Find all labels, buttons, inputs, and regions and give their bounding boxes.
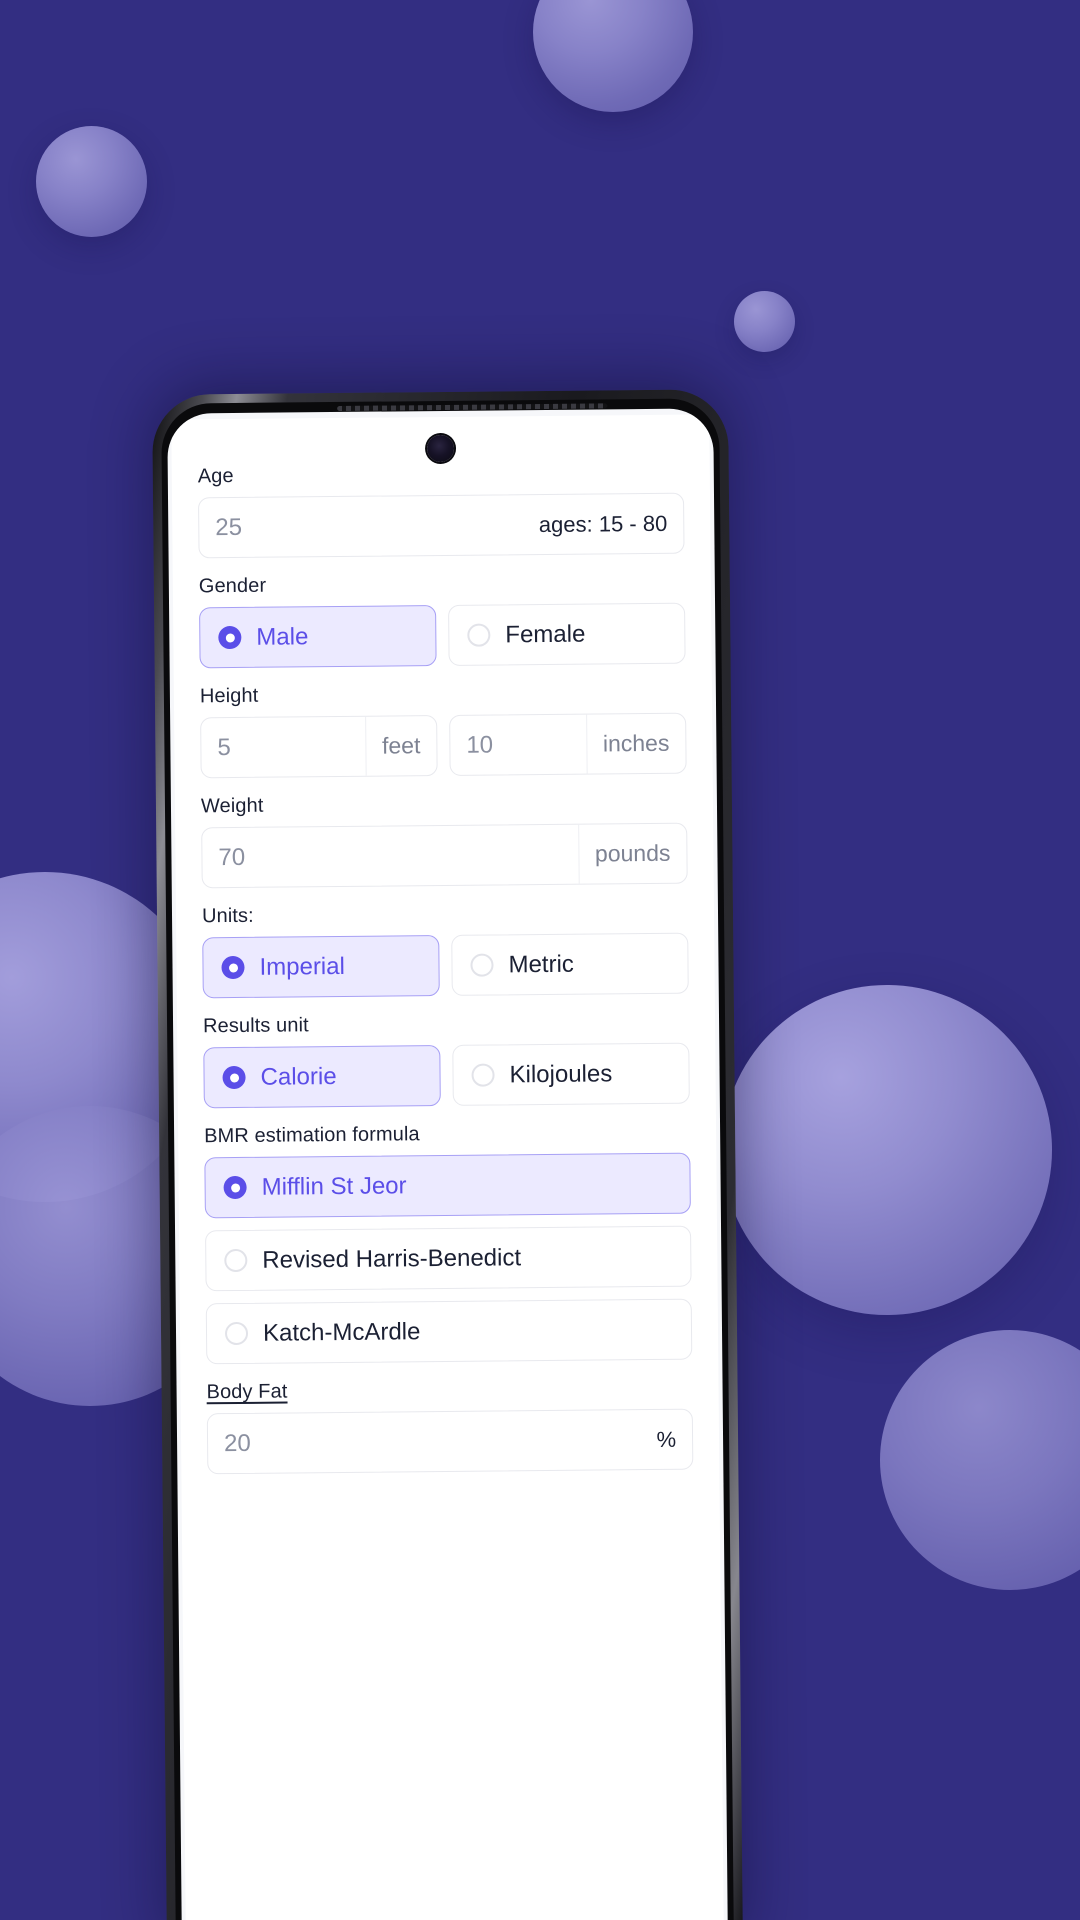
gender-option-male-label: Male: [256, 622, 309, 651]
gender-label: Gender: [198, 574, 267, 598]
age-label: Age: [197, 464, 234, 488]
decorative-sphere: [533, 0, 693, 112]
age-input-row: 25 ages: 15 - 80: [197, 492, 685, 559]
radio-unselected-icon: [471, 1063, 495, 1087]
units-radio-row: Imperial Metric: [202, 932, 689, 999]
front-camera-icon: [426, 434, 455, 463]
gender-option-female-label: Female: [505, 620, 586, 648]
units-label: Units:: [201, 904, 254, 928]
units-option-metric[interactable]: Metric: [451, 932, 689, 996]
weight-label: Weight: [200, 794, 264, 818]
body-fat-input-value[interactable]: 20: [208, 1428, 641, 1456]
height-feet-input[interactable]: 5 feet: [200, 715, 438, 779]
results-unit-radio-row: Calorie Kilojoules: [203, 1042, 690, 1109]
gender-radio-row: Male Female: [199, 602, 686, 669]
gender-option-female[interactable]: Female: [448, 602, 686, 666]
radio-selected-icon: [218, 625, 242, 650]
bmr-formula-option-katch-mcardle[interactable]: Katch-McArdle: [205, 1298, 693, 1365]
weight-field-group: Weight 70 pounds: [201, 791, 688, 889]
bmr-formula-option-katch-mcardle-label: Katch-McArdle: [262, 1317, 421, 1347]
radio-unselected-icon: [467, 623, 491, 647]
body-fat-unit: %: [656, 1426, 677, 1452]
weight-input-value[interactable]: 70: [202, 842, 578, 870]
body-fat-input[interactable]: 20 %: [206, 1408, 694, 1475]
results-unit-option-calorie-label: Calorie: [260, 1062, 337, 1091]
height-feet-value[interactable]: 5: [201, 734, 365, 761]
body-fat-label: Body Fat: [206, 1380, 288, 1404]
radio-selected-icon: [221, 955, 245, 980]
age-range-hint: ages: 15 - 80: [538, 510, 668, 537]
radio-selected-icon: [222, 1065, 246, 1090]
bmr-formula-option-harris-benedict-label: Revised Harris-Benedict: [262, 1243, 522, 1274]
results-unit-option-calorie[interactable]: Calorie: [203, 1045, 441, 1109]
wallpaper-scene: Age 25 ages: 15 - 80 Gender Male Female …: [0, 0, 1080, 1920]
decorative-sphere: [734, 291, 795, 352]
height-inches-input[interactable]: 10 inches: [449, 712, 687, 776]
decorative-sphere: [880, 1330, 1080, 1590]
phone-mockup: Age 25 ages: 15 - 80 Gender Male Female …: [152, 389, 743, 1920]
age-input[interactable]: 25 ages: 15 - 80: [197, 492, 685, 559]
results-unit-option-kilojoules[interactable]: Kilojoules: [452, 1042, 690, 1106]
age-field-group: Age 25 ages: 15 - 80: [198, 461, 685, 559]
bmr-formula-label: BMR estimation formula: [204, 1123, 420, 1148]
body-fat-field-group: Body Fat 20 %: [206, 1377, 694, 1475]
decorative-sphere: [36, 126, 147, 237]
gender-field-group: Gender Male Female: [199, 571, 686, 669]
bmr-calculator-form: Age 25 ages: 15 - 80 Gender Male Female …: [171, 414, 724, 1920]
bmr-formula-option-harris-benedict[interactable]: Revised Harris-Benedict: [205, 1225, 692, 1292]
units-option-imperial-label: Imperial: [259, 952, 345, 981]
height-feet-unit: feet: [364, 716, 437, 776]
units-option-metric-label: Metric: [508, 950, 574, 978]
weight-unit: pounds: [577, 823, 687, 884]
phone-bezel: Age 25 ages: 15 - 80 Gender Male Female …: [161, 398, 734, 1920]
units-option-imperial[interactable]: Imperial: [202, 935, 440, 999]
bmr-formula-option-mifflin[interactable]: Mifflin St Jeor: [204, 1152, 691, 1219]
radio-unselected-icon: [224, 1248, 248, 1273]
bmr-formula-field-group: BMR estimation formula Mifflin St Jeor R…: [204, 1121, 693, 1365]
weight-input-row: 70 pounds: [201, 822, 688, 889]
bmr-formula-option-mifflin-label: Mifflin St Jeor: [261, 1171, 407, 1201]
body-fat-input-row: 20 %: [206, 1408, 694, 1475]
results-unit-field-group: Results unit Calorie Kilojoules: [203, 1011, 690, 1109]
height-inches-unit: inches: [585, 713, 686, 774]
units-field-group: Units: Imperial Metric: [202, 901, 689, 999]
radio-unselected-icon: [470, 953, 494, 977]
gender-option-male[interactable]: Male: [199, 605, 437, 669]
height-inches-value[interactable]: 10: [450, 731, 586, 758]
radio-unselected-icon: [224, 1321, 249, 1346]
phone-screen: Age 25 ages: 15 - 80 Gender Male Female …: [167, 408, 728, 1920]
results-unit-label: Results unit: [202, 1014, 309, 1038]
height-field-group: Height 5 feet 10 inches: [200, 681, 687, 779]
age-input-value[interactable]: 25: [199, 513, 523, 540]
decorative-sphere: [722, 985, 1052, 1315]
height-input-row: 5 feet 10 inches: [200, 712, 687, 779]
radio-selected-icon: [223, 1175, 247, 1200]
height-label: Height: [199, 684, 259, 708]
weight-input[interactable]: 70 pounds: [201, 822, 688, 889]
results-unit-option-kilojoules-label: Kilojoules: [509, 1059, 613, 1088]
